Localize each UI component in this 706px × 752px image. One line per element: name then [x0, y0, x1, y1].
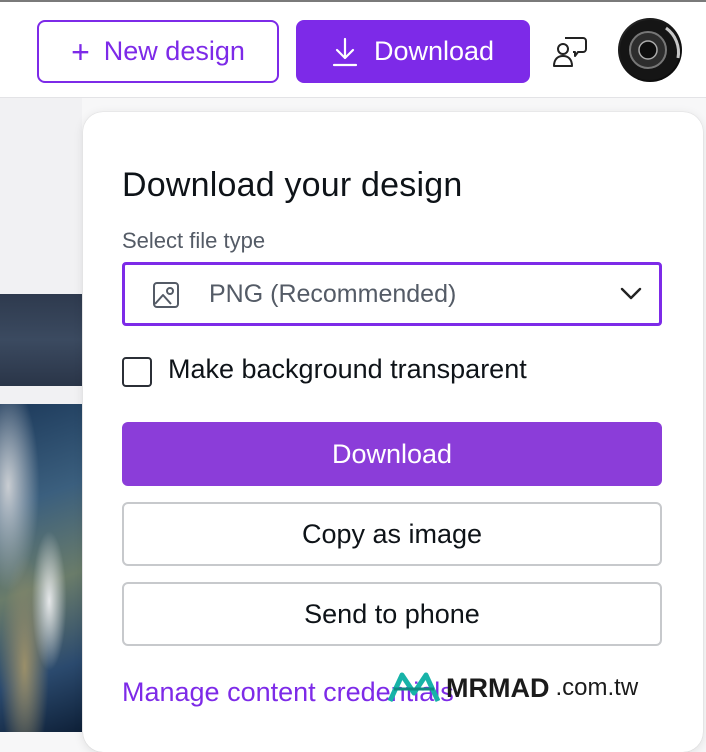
file-type-select[interactable]: PNG (Recommended) — [122, 262, 662, 326]
download-button[interactable]: Download — [122, 422, 662, 486]
send-to-phone-label: Send to phone — [304, 598, 480, 629]
send-to-phone-button[interactable]: Send to phone — [122, 582, 662, 646]
file-type-value: PNG (Recommended) — [209, 280, 457, 308]
watermark-suffix: .com.tw — [555, 674, 639, 701]
download-button-label: Download — [331, 438, 453, 469]
mrmad-logo-icon — [388, 672, 440, 703]
top-bar: + New design Download — [0, 0, 706, 98]
download-header-button[interactable]: Download — [296, 20, 530, 83]
panel-title: Download your design — [122, 166, 463, 204]
copy-as-image-button[interactable]: Copy as image — [122, 502, 662, 566]
transparent-background-label[interactable]: Make background transparent — [168, 354, 527, 385]
image-icon — [153, 282, 179, 308]
download-header-label: Download — [373, 36, 495, 66]
comments-icon[interactable] — [551, 35, 589, 69]
transparent-background-checkbox[interactable] — [122, 357, 152, 387]
download-icon — [332, 37, 358, 66]
new-design-button[interactable]: + New design — [37, 20, 279, 83]
copy-as-image-label: Copy as image — [301, 518, 483, 549]
watermark: MRMAD .com.tw — [388, 666, 638, 710]
avatar[interactable] — [618, 18, 682, 82]
design-thumbnail-top — [0, 294, 82, 386]
avatar-image — [620, 20, 680, 80]
chevron-down-icon — [620, 287, 642, 300]
file-type-label: Select file type — [122, 228, 266, 253]
design-thumbnail-earth — [0, 404, 82, 732]
watermark-brand: MRMAD — [446, 672, 550, 703]
new-design-label: New design — [103, 36, 245, 66]
plus-icon: + — [71, 33, 90, 70]
